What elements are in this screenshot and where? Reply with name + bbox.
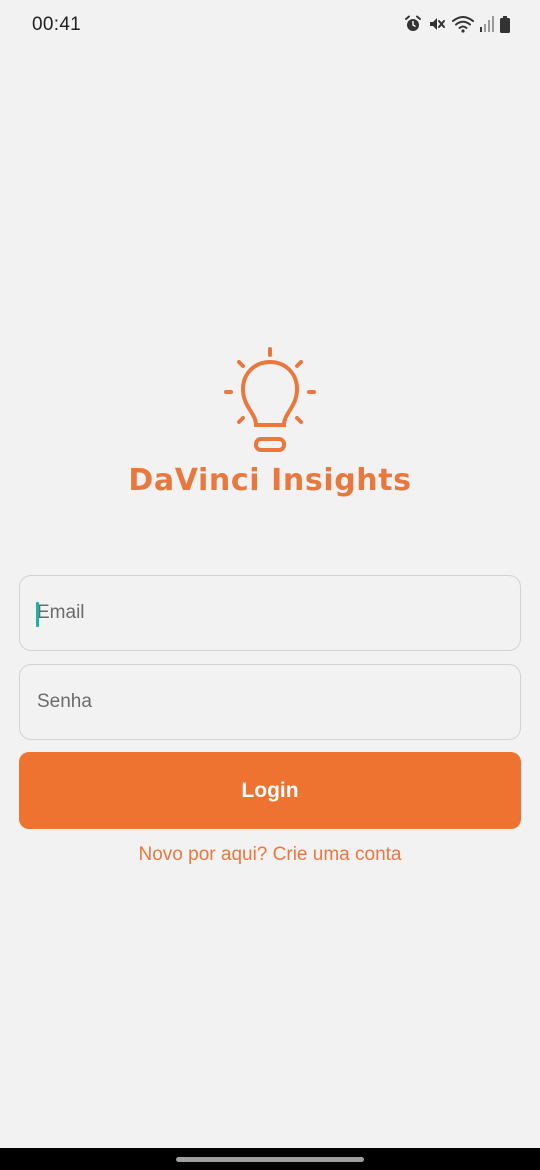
alarm-icon	[404, 15, 422, 33]
login-screen: 00:41 DaVinci Insights Email Login Novo …	[0, 0, 540, 1170]
email-field[interactable]	[19, 575, 521, 651]
lightbulb-icon	[224, 347, 316, 452]
home-gesture-handle[interactable]	[176, 1157, 364, 1162]
signal-icon	[480, 16, 494, 32]
login-button[interactable]: Login	[19, 752, 521, 829]
status-time: 00:41	[32, 14, 82, 35]
app-logo: DaVinci Insights	[0, 345, 540, 498]
app-title: DaVinci Insights	[128, 463, 412, 498]
status-icons	[404, 15, 510, 33]
text-cursor	[36, 602, 39, 627]
status-bar: 00:41	[0, 0, 540, 50]
create-account-link[interactable]: Novo por aqui? Crie uma conta	[0, 844, 540, 866]
wifi-icon	[452, 15, 474, 33]
password-input[interactable]	[20, 665, 520, 739]
email-input[interactable]	[20, 576, 520, 650]
password-field[interactable]	[19, 664, 521, 740]
mute-icon	[428, 15, 446, 33]
navigation-bar	[0, 1148, 540, 1170]
battery-icon	[500, 15, 510, 33]
